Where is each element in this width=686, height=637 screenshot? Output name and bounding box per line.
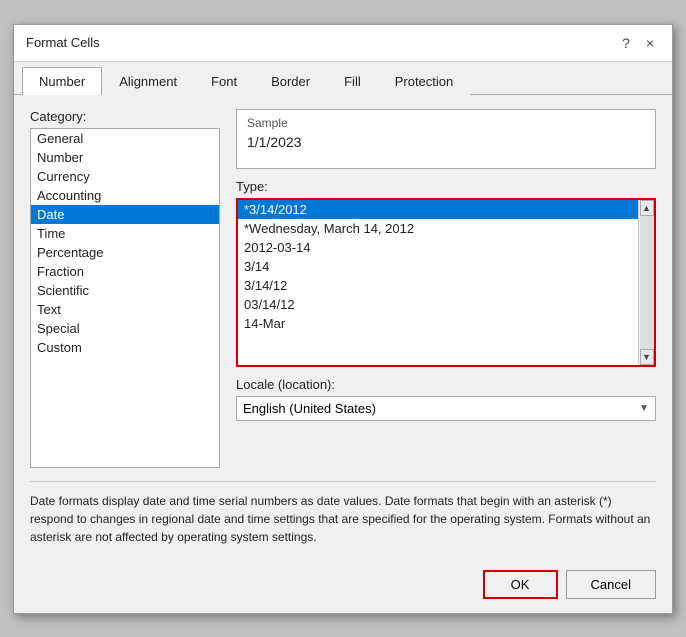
close-button[interactable]: × [640,33,660,53]
sample-label: Sample [247,116,645,130]
category-item-text[interactable]: Text [31,300,219,319]
category-item-accounting[interactable]: Accounting [31,186,219,205]
category-item-general[interactable]: General [31,129,219,148]
tab-font[interactable]: Font [194,67,254,95]
type-item-4[interactable]: 3/14/12 [238,276,654,295]
type-section: Type: *3/14/2012 *Wednesday, March 14, 2… [236,179,656,367]
category-item-custom[interactable]: Custom [31,338,219,357]
category-item-date[interactable]: Date [31,205,219,224]
type-list-container: *3/14/2012 *Wednesday, March 14, 2012 20… [236,198,656,367]
format-cells-dialog: Format Cells ? × Number Alignment Font B… [13,24,673,614]
type-label: Type: [236,179,656,194]
button-bar: OK Cancel [14,560,672,613]
category-item-fraction[interactable]: Fraction [31,262,219,281]
scrollbar-up-icon[interactable]: ▲ [640,200,654,216]
main-area: Category: General Number Currency Accoun… [30,109,656,477]
category-label: Category: [30,109,220,124]
category-item-percentage[interactable]: Percentage [31,243,219,262]
type-list[interactable]: *3/14/2012 *Wednesday, March 14, 2012 20… [238,200,654,365]
locale-dropdown[interactable]: English (United States) ▼ [236,396,656,421]
title-bar-right: ? × [616,33,660,53]
ok-button[interactable]: OK [483,570,558,599]
category-item-scientific[interactable]: Scientific [31,281,219,300]
cancel-button[interactable]: Cancel [566,570,656,599]
sample-box: Sample 1/1/2023 [236,109,656,169]
title-bar: Format Cells ? × [14,25,672,62]
scrollbar-track [640,216,654,349]
type-scrollbar[interactable]: ▲ ▼ [638,200,654,365]
help-button[interactable]: ? [616,33,636,53]
category-item-currency[interactable]: Currency [31,167,219,186]
description-text: Date formats display date and time seria… [30,481,656,546]
type-item-1[interactable]: *Wednesday, March 14, 2012 [238,219,654,238]
main-content: Category: General Number Currency Accoun… [14,95,672,560]
locale-value: English (United States) [243,401,376,416]
scrollbar-down-icon[interactable]: ▼ [640,349,654,365]
locale-dropdown-icon: ▼ [639,403,649,414]
category-item-special[interactable]: Special [31,319,219,338]
category-item-number[interactable]: Number [31,148,219,167]
tab-bar: Number Alignment Font Border Fill Protec… [14,62,672,95]
title-bar-left: Format Cells [26,35,100,50]
sample-value: 1/1/2023 [247,134,645,150]
type-item-6[interactable]: 14-Mar [238,314,654,333]
left-panel: Category: General Number Currency Accoun… [30,109,220,477]
tab-fill[interactable]: Fill [327,67,378,95]
type-item-2[interactable]: 2012-03-14 [238,238,654,257]
locale-section: Locale (location): English (United State… [236,377,656,421]
tab-border[interactable]: Border [254,67,327,95]
type-item-3[interactable]: 3/14 [238,257,654,276]
tab-alignment[interactable]: Alignment [102,67,194,95]
category-item-time[interactable]: Time [31,224,219,243]
tab-number[interactable]: Number [22,67,102,95]
type-item-0[interactable]: *3/14/2012 [238,200,654,219]
right-panel: Sample 1/1/2023 Type: *3/14/2012 *Wednes… [236,109,656,477]
category-list[interactable]: General Number Currency Accounting Date … [30,128,220,468]
locale-label: Locale (location): [236,377,656,392]
tab-protection[interactable]: Protection [378,67,471,95]
dialog-title: Format Cells [26,35,100,50]
type-item-5[interactable]: 03/14/12 [238,295,654,314]
